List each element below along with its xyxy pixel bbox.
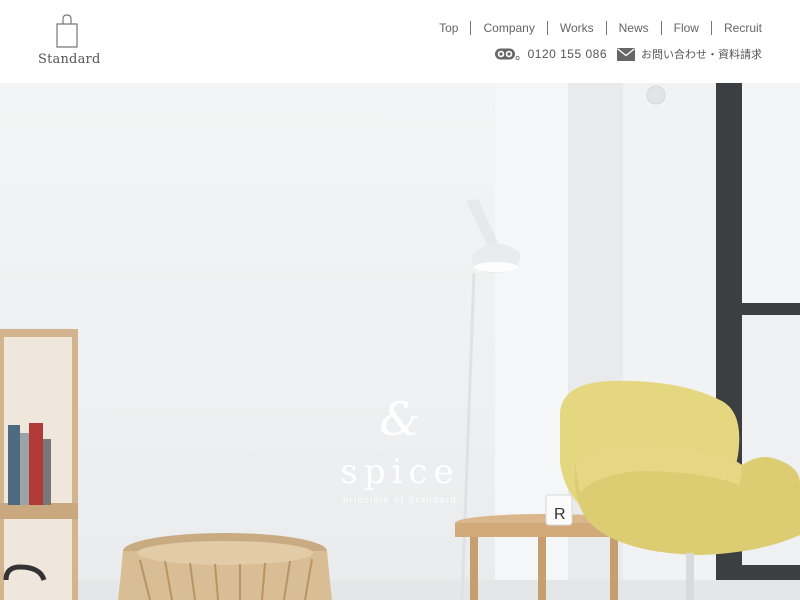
free-dial-icon: [494, 48, 520, 60]
shopping-bag-icon: [56, 14, 78, 48]
hero-section: R & spice principle of Standard: [0, 83, 800, 600]
contact-bar: 0120 155 086 お問い合わせ・資料請求: [494, 45, 762, 63]
hero-ampersand: &: [379, 392, 421, 446]
hero-image: R: [0, 83, 800, 600]
mail-icon: [617, 47, 635, 61]
site-header: Standard Top Company Works News Flow Rec…: [0, 0, 800, 83]
tel-number[interactable]: 0120 155 086: [528, 47, 607, 61]
nav-item-company[interactable]: Company: [471, 21, 548, 35]
svg-text:R: R: [554, 506, 566, 523]
nav-item-recruit[interactable]: Recruit: [712, 21, 762, 35]
nav-item-works[interactable]: Works: [548, 21, 607, 35]
nav-item-flow[interactable]: Flow: [662, 21, 712, 35]
hero-tagline: & spice principle of Standard: [320, 393, 480, 505]
hero-word: spice: [340, 452, 460, 492]
logo-text: Standard: [38, 52, 101, 67]
nav-item-top[interactable]: Top: [427, 21, 472, 35]
nav-item-news[interactable]: News: [607, 21, 662, 35]
contact-request-link[interactable]: お問い合わせ・資料請求: [641, 46, 762, 62]
site-logo[interactable]: Standard: [38, 14, 101, 70]
main-nav: Top Company Works News Flow Recruit: [427, 20, 762, 36]
hero-subtitle: principle of Standard: [342, 495, 458, 505]
